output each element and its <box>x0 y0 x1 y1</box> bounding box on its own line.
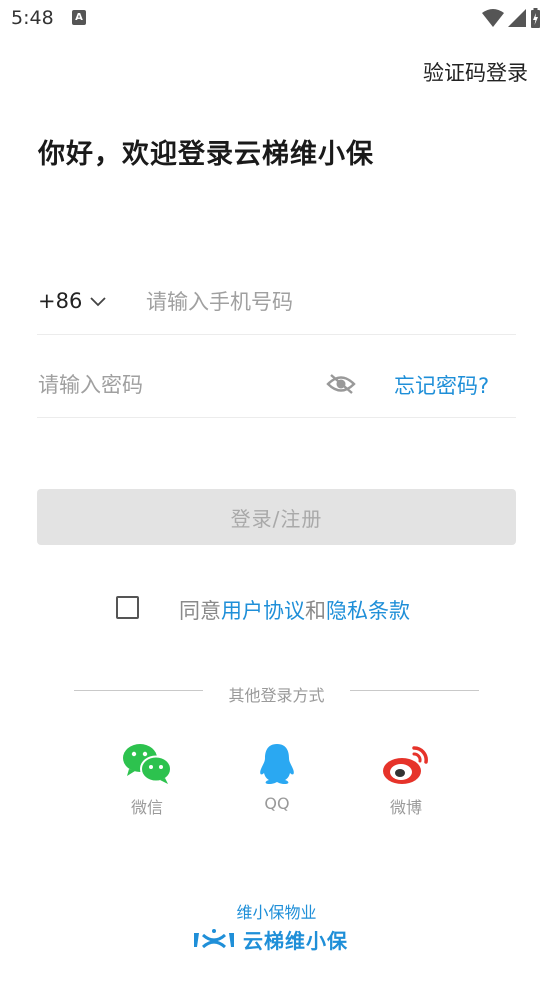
qq-login-button[interactable]: QQ <box>237 742 317 813</box>
forgot-password-link[interactable]: 忘记密码? <box>394 370 489 400</box>
page-title: 你好，欢迎登录云梯维小保 <box>38 139 374 170</box>
divider <box>37 417 516 418</box>
weibo-label: 微博 <box>389 798 422 817</box>
wechat-login-button[interactable]: 微信 <box>107 742 187 818</box>
user-agreement-link[interactable]: 用户协议 <box>221 599 305 623</box>
agreement-checkbox[interactable] <box>116 596 139 619</box>
wifi-icon <box>482 9 504 27</box>
notification-icon: A <box>72 10 86 25</box>
signal-icon <box>508 9 526 27</box>
status-icons <box>482 8 541 28</box>
chevron-down-icon[interactable] <box>89 292 107 310</box>
login-register-button[interactable]: 登录/注册 <box>37 489 516 545</box>
brand-logo: 云梯维小保 <box>191 925 348 954</box>
divider <box>37 334 516 335</box>
password-input[interactable] <box>38 369 308 401</box>
qq-label: QQ <box>264 794 290 813</box>
battery-charging-icon <box>531 8 540 28</box>
wechat-label: 微信 <box>130 798 163 817</box>
agreement-text: 同意用户协议和隐私条款 <box>179 595 410 625</box>
status-time: 5:48 <box>11 7 54 29</box>
other-login-title: 其他登录方式 <box>228 686 325 705</box>
brand-logo-text: 云梯维小保 <box>243 929 348 953</box>
agreement-and: 和 <box>305 599 326 623</box>
sms-code-login-link[interactable]: 验证码登录 <box>423 57 528 87</box>
phone-input[interactable] <box>146 286 506 318</box>
divider-right <box>350 690 479 691</box>
weibo-login-button[interactable]: 微博 <box>366 742 446 818</box>
eye-off-icon[interactable] <box>326 372 356 396</box>
wechat-icon <box>123 744 172 784</box>
qq-icon <box>260 744 294 784</box>
agreement-prefix: 同意 <box>179 599 221 623</box>
weibo-icon <box>383 746 428 784</box>
footer-company: 维小保物业 <box>236 903 317 922</box>
privacy-policy-link[interactable]: 隐私条款 <box>326 599 410 623</box>
brand-logo-icon <box>194 928 234 948</box>
country-code-select[interactable]: +86 <box>38 289 82 313</box>
